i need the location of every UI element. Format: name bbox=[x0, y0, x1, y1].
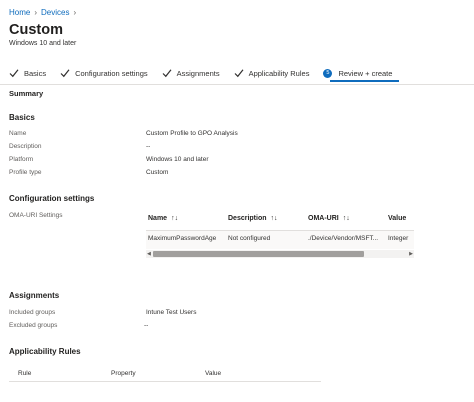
column-header-value[interactable]: Value bbox=[388, 215, 406, 222]
step-label: Basics bbox=[24, 68, 47, 78]
divider bbox=[0, 84, 474, 85]
field-value: -- bbox=[146, 143, 151, 150]
scroll-right-icon[interactable]: ▶ bbox=[409, 250, 413, 258]
step-basics[interactable]: Basics bbox=[9, 66, 46, 80]
assignments-heading: Assignments bbox=[9, 291, 60, 300]
page-title: Custom bbox=[9, 22, 63, 38]
header-divider bbox=[9, 381, 321, 382]
checkmark-icon bbox=[234, 69, 244, 78]
field-value: -- bbox=[144, 322, 149, 329]
step-review-create[interactable]: 5 Review + create bbox=[323, 66, 392, 80]
scroll-left-icon[interactable]: ◀ bbox=[147, 250, 151, 258]
table-cell: Not configured bbox=[228, 235, 271, 242]
field-value: Windows 10 and later bbox=[146, 156, 209, 163]
field-value: Custom bbox=[146, 169, 169, 176]
breadcrumb-home[interactable]: Home bbox=[9, 8, 30, 17]
table-cell: Integer bbox=[388, 235, 409, 242]
column-header-name[interactable]: Name ↑↓ bbox=[148, 215, 178, 222]
field-label: Platform bbox=[9, 156, 34, 163]
field-label: Description bbox=[9, 143, 42, 150]
chevron-right-icon: › bbox=[73, 8, 77, 17]
field-label: Excluded groups bbox=[9, 322, 58, 329]
breadcrumb: Home › Devices › bbox=[9, 8, 76, 17]
field-label: Included groups bbox=[9, 309, 56, 316]
field-value: Custom Profile to GPO Analysis bbox=[146, 130, 238, 137]
chevron-right-icon: › bbox=[34, 8, 38, 17]
configuration-settings-heading: Configuration settings bbox=[9, 194, 95, 203]
checkmark-icon bbox=[9, 69, 19, 78]
column-header-rule[interactable]: Rule bbox=[18, 370, 31, 377]
sort-arrows-icon: ↑↓ bbox=[342, 215, 350, 222]
checkmark-icon bbox=[162, 69, 172, 78]
applicability-rules-heading: Applicability Rules bbox=[9, 347, 81, 356]
step-label: Applicability Rules bbox=[248, 68, 310, 78]
step-label: Assignments bbox=[176, 68, 220, 78]
step-applicability-rules[interactable]: Applicability Rules bbox=[234, 66, 310, 80]
step-number-badge: 5 bbox=[323, 68, 333, 78]
active-step-indicator bbox=[330, 80, 399, 82]
table-cell: ./Device/Vendor/MSFT... bbox=[308, 235, 379, 242]
checkmark-icon bbox=[60, 69, 70, 78]
breadcrumb-devices[interactable]: Devices bbox=[41, 8, 69, 17]
summary-heading: Summary bbox=[9, 89, 44, 98]
table-cell: MaximumPasswordAge bbox=[148, 235, 217, 242]
wizard-steps: Basics Configuration settings Assignment… bbox=[9, 66, 406, 80]
step-label: Review + create bbox=[338, 68, 393, 78]
column-header-description[interactable]: Description ↑↓ bbox=[228, 215, 278, 222]
column-header-value[interactable]: Value bbox=[205, 370, 221, 377]
field-value: Intune Test Users bbox=[146, 309, 197, 316]
field-label: Profile type bbox=[9, 169, 42, 176]
step-assignments[interactable]: Assignments bbox=[162, 66, 220, 80]
column-header-oma-uri[interactable]: OMA-URI ↑↓ bbox=[308, 215, 350, 222]
scrollbar-thumb[interactable] bbox=[153, 251, 364, 257]
step-label: Configuration settings bbox=[75, 68, 148, 78]
field-label: Name bbox=[9, 130, 27, 137]
oma-uri-settings-label: OMA-URI Settings bbox=[9, 212, 63, 219]
sort-arrows-icon: ↑↓ bbox=[171, 215, 179, 222]
page-subtitle: Windows 10 and later bbox=[9, 40, 77, 47]
step-configuration-settings[interactable]: Configuration settings bbox=[60, 66, 148, 80]
column-header-property[interactable]: Property bbox=[111, 370, 136, 377]
sort-arrows-icon: ↑↓ bbox=[270, 215, 278, 222]
horizontal-scrollbar[interactable]: ◀ ▶ bbox=[146, 250, 414, 258]
basics-heading: Basics bbox=[9, 113, 35, 122]
